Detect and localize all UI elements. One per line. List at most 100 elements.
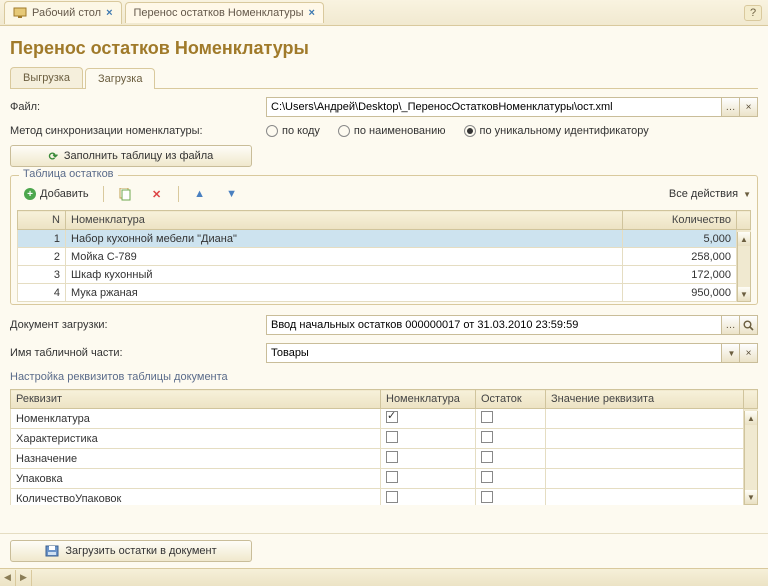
nav-prev-button[interactable]: ◀ (0, 570, 16, 586)
refresh-icon: ⟳ (49, 150, 58, 163)
fill-table-label: Заполнить таблицу из файла (64, 150, 213, 162)
attr-scrollbar[interactable]: ▲ ▼ (744, 411, 758, 505)
balances-scrollbar[interactable]: ▲ ▼ (737, 232, 751, 302)
cell-ost-chk[interactable] (476, 469, 546, 489)
tabpart-input-wrap: ▼ × (266, 343, 758, 363)
desktop-icon (13, 6, 27, 20)
table-row[interactable]: 1 Набор кухонной мебели "Диана" 5,000 (18, 230, 751, 248)
checkbox-icon (481, 431, 493, 443)
col-n[interactable]: N (18, 211, 66, 230)
cell-ost-chk[interactable] (476, 429, 546, 449)
cell-nomen-chk[interactable] (381, 469, 476, 489)
tabpart-dropdown-button[interactable]: ▼ (721, 344, 739, 362)
scroll-down-icon[interactable]: ▼ (738, 287, 750, 301)
radio-by-code[interactable]: по коду (266, 125, 320, 137)
cell-nomen-chk[interactable] (381, 489, 476, 506)
file-clear-button[interactable]: × (739, 98, 757, 116)
doc-input-wrap: … (266, 315, 758, 335)
col-qty[interactable]: Количество (623, 211, 737, 230)
tabpart-input[interactable] (267, 344, 721, 362)
cell-nomen-chk[interactable] (381, 409, 476, 429)
save-icon (45, 545, 59, 557)
cell-nomen: Мука ржаная (66, 284, 623, 302)
fill-table-button[interactable]: ⟳ Заполнить таблицу из файла (10, 145, 252, 167)
checkbox-icon (386, 411, 398, 423)
load-button[interactable]: Загрузить остатки в документ (10, 540, 252, 562)
cell-val (546, 469, 744, 489)
checkbox-icon (386, 471, 398, 483)
table-row[interactable]: 2 Мойка С-789 258,000 (18, 248, 751, 266)
cell-val (546, 489, 744, 506)
radio-by-name-label: по наименованию (354, 125, 446, 137)
cell-val (546, 429, 744, 449)
attr-table: Реквизит Номенклатура Остаток Значение р… (10, 389, 758, 505)
doc-select-button[interactable]: … (721, 316, 739, 334)
cell-ost-chk[interactable] (476, 489, 546, 506)
table-row[interactable]: Назначение (11, 449, 758, 469)
close-icon[interactable]: × (309, 7, 315, 19)
page-title: Перенос остатков Номенклатуры (10, 38, 758, 59)
cell-ost-chk[interactable] (476, 449, 546, 469)
cell-n: 4 (18, 284, 66, 302)
cell-n: 2 (18, 248, 66, 266)
doc-input[interactable] (267, 316, 721, 334)
checkbox-icon (481, 411, 493, 423)
delete-row-button[interactable]: ✕ (143, 184, 171, 204)
table-row[interactable]: Характеристика (11, 429, 758, 449)
cell-n: 3 (18, 266, 66, 284)
sync-radios: по коду по наименованию по уникальному и… (266, 125, 649, 137)
table-row[interactable]: 4 Мука ржаная 950,000 (18, 284, 751, 302)
col-nomen[interactable]: Номенклатура (66, 211, 623, 230)
cell-val (546, 409, 744, 429)
tab-export[interactable]: Выгрузка (10, 67, 83, 88)
cell-nomen: Мойка С-789 (66, 248, 623, 266)
scroll-down-icon[interactable]: ▼ (745, 490, 757, 504)
scroll-up-icon[interactable]: ▲ (745, 411, 757, 425)
radio-by-code-label: по коду (282, 125, 320, 137)
nav-next-button[interactable]: ▶ (16, 570, 32, 586)
doc-open-button[interactable] (739, 316, 757, 334)
add-row-button[interactable]: + Добавить (17, 185, 96, 203)
file-input[interactable] (267, 98, 721, 116)
table-row[interactable]: Упаковка (11, 469, 758, 489)
col-val[interactable]: Значение реквизита (546, 390, 744, 409)
cell-qty: 258,000 (623, 248, 737, 266)
scroll-header (744, 390, 758, 409)
file-browse-button[interactable]: … (721, 98, 739, 116)
plus-icon: + (24, 188, 36, 200)
checkbox-icon (386, 491, 398, 503)
copy-row-button[interactable] (111, 184, 139, 204)
cell-nomen-chk[interactable] (381, 449, 476, 469)
cell-nomen-chk[interactable] (381, 429, 476, 449)
col-ost-chk[interactable]: Остаток (476, 390, 546, 409)
bottom-bar: Загрузить остатки в документ (0, 533, 768, 568)
cell-req: Характеристика (11, 429, 381, 449)
table-row[interactable]: 3 Шкаф кухонный 172,000 (18, 266, 751, 284)
cell-req: Назначение (11, 449, 381, 469)
doc-label: Документ загрузки: (10, 319, 260, 331)
move-down-button[interactable]: ▼ (218, 184, 246, 204)
tab-desktop[interactable]: Рабочий стол × (4, 1, 122, 24)
col-req[interactable]: Реквизит (11, 390, 381, 409)
help-button[interactable]: ? (744, 5, 762, 21)
close-icon[interactable]: × (106, 7, 112, 19)
delete-icon: ✕ (150, 187, 164, 201)
all-actions-button[interactable]: Все действия ▼ (669, 188, 751, 200)
arrow-down-icon: ▼ (225, 187, 239, 201)
add-row-label: Добавить (40, 188, 89, 200)
col-nomen-chk[interactable]: Номенклатура (381, 390, 476, 409)
move-up-button[interactable]: ▲ (186, 184, 214, 204)
cell-ost-chk[interactable] (476, 409, 546, 429)
tab-import[interactable]: Загрузка (85, 68, 155, 89)
radio-by-uid[interactable]: по уникальному идентификатору (464, 125, 649, 137)
scroll-up-icon[interactable]: ▲ (738, 232, 750, 246)
tabpart-clear-button[interactable]: × (739, 344, 757, 362)
table-row[interactable]: КоличествоУпаковок (11, 489, 758, 506)
table-row[interactable]: Номенклатура (11, 409, 758, 429)
radio-icon (464, 125, 476, 137)
tab-current[interactable]: Перенос остатков Номенклатуры × (125, 2, 324, 23)
separator (178, 186, 179, 202)
balances-table: N Номенклатура Количество 1 Набор кухонн… (17, 210, 751, 302)
radio-by-name[interactable]: по наименованию (338, 125, 446, 137)
attr-table-wrap: Реквизит Номенклатура Остаток Значение р… (10, 389, 758, 505)
